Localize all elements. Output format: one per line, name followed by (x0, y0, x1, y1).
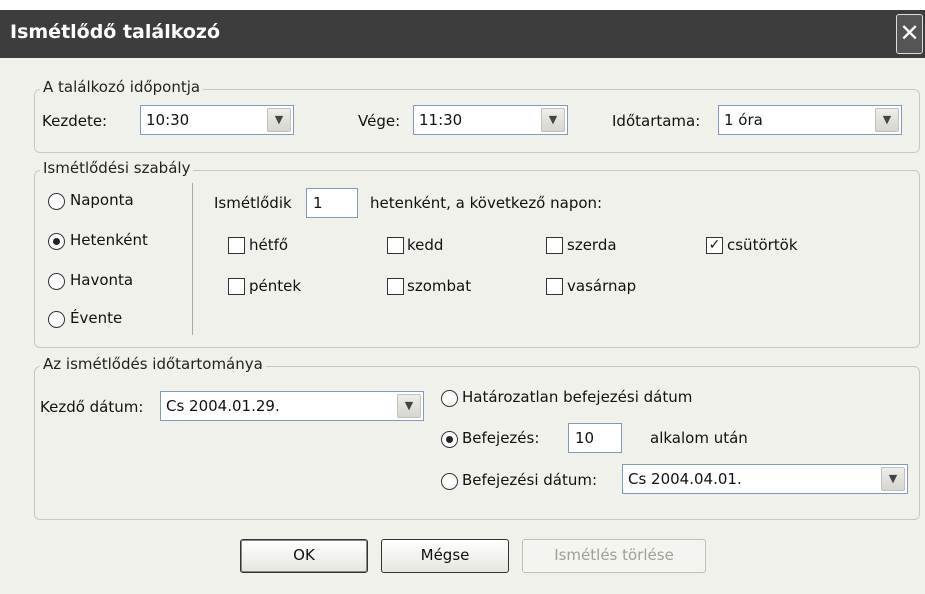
start-date-select[interactable]: Cs 2004.01.29. ▼ (160, 391, 424, 421)
end-after-radio[interactable] (441, 431, 458, 448)
chevron-down-icon[interactable]: ▼ (875, 108, 899, 132)
end-by-date-select[interactable]: Cs 2004.04.01. ▼ (622, 464, 908, 494)
friday-label[interactable]: péntek (249, 277, 301, 295)
yearly-radio[interactable] (48, 311, 65, 328)
thursday-label[interactable]: csütörtök (727, 236, 798, 254)
end-by-date-label[interactable]: Befejezési dátum: (462, 471, 597, 489)
end-by-date-value: Cs 2004.04.01. (628, 470, 742, 488)
weekly-label[interactable]: Hetenként (70, 231, 148, 249)
check-icon: ✓ (708, 237, 721, 253)
monthly-label[interactable]: Havonta (70, 271, 133, 289)
repeat-interval-input[interactable]: 1 (306, 188, 358, 218)
end-after-label[interactable]: Befejezés: (462, 429, 539, 447)
chevron-down-icon[interactable]: ▼ (267, 108, 291, 132)
end-time-label: Vége: (358, 112, 401, 130)
wednesday-checkbox[interactable] (546, 237, 563, 254)
ok-button[interactable]: OK (240, 539, 368, 573)
duration-select[interactable]: 1 óra ▼ (718, 105, 902, 135)
repeat-every-label: Ismétlődik (214, 194, 292, 212)
tuesday-checkbox[interactable] (387, 237, 404, 254)
occurrences-input[interactable]: 10 (568, 423, 622, 453)
start-time-select[interactable]: 10:30 ▼ (140, 105, 294, 135)
daily-radio[interactable] (48, 193, 65, 210)
appointment-time-legend: A találkozó időpontja (40, 78, 204, 96)
occurrences-value: 10 (575, 429, 595, 447)
remove-recurrence-button[interactable]: Ismétlés törlése (522, 539, 706, 573)
end-time-select[interactable]: 11:30 ▼ (413, 105, 568, 135)
saturday-label[interactable]: szombat (407, 277, 471, 295)
recurrence-range-legend: Az ismétlődés időtartománya (40, 355, 266, 373)
saturday-checkbox[interactable] (387, 278, 404, 295)
start-time-label: Kezdete: (42, 112, 108, 130)
chevron-down-icon[interactable]: ▼ (541, 108, 565, 132)
daily-label[interactable]: Naponta (70, 191, 134, 209)
sunday-label[interactable]: vasárnap (567, 277, 636, 295)
occurrences-suffix-label: alkalom után (650, 429, 748, 447)
monday-label[interactable]: hétfő (249, 236, 288, 254)
repeat-interval-value: 1 (313, 194, 323, 212)
duration-value: 1 óra (724, 111, 763, 129)
yearly-label[interactable]: Évente (70, 309, 122, 327)
duration-label: Időtartama: (612, 112, 701, 130)
sunday-checkbox[interactable] (546, 278, 563, 295)
start-date-label: Kezdő dátum: (40, 398, 144, 416)
repeat-suffix-label: hetenként, a következő napon: (370, 194, 603, 212)
tuesday-label[interactable]: kedd (407, 236, 443, 254)
wednesday-label[interactable]: szerda (567, 236, 617, 254)
monday-checkbox[interactable] (228, 237, 245, 254)
rule-divider (192, 183, 193, 335)
start-date-value: Cs 2004.01.29. (166, 397, 280, 415)
start-time-value: 10:30 (146, 111, 190, 129)
chevron-down-icon[interactable]: ▼ (881, 467, 905, 491)
no-end-date-radio[interactable] (441, 390, 458, 407)
cancel-button[interactable]: Mégse (381, 539, 509, 573)
chevron-down-icon[interactable]: ▼ (397, 394, 421, 418)
weekly-radio[interactable] (48, 233, 65, 250)
thursday-checkbox[interactable]: ✓ (706, 237, 723, 254)
end-by-date-radio[interactable] (441, 473, 458, 490)
friday-checkbox[interactable] (228, 278, 245, 295)
monthly-radio[interactable] (48, 273, 65, 290)
recurrence-rule-legend: Ismétlődési szabály (40, 159, 194, 177)
close-icon[interactable]: ✕ (896, 14, 923, 54)
end-time-value: 11:30 (419, 111, 463, 129)
no-end-date-label[interactable]: Határozatlan befejezési dátum (462, 388, 692, 406)
window-title: Ismétlődő találkozó (10, 21, 221, 43)
